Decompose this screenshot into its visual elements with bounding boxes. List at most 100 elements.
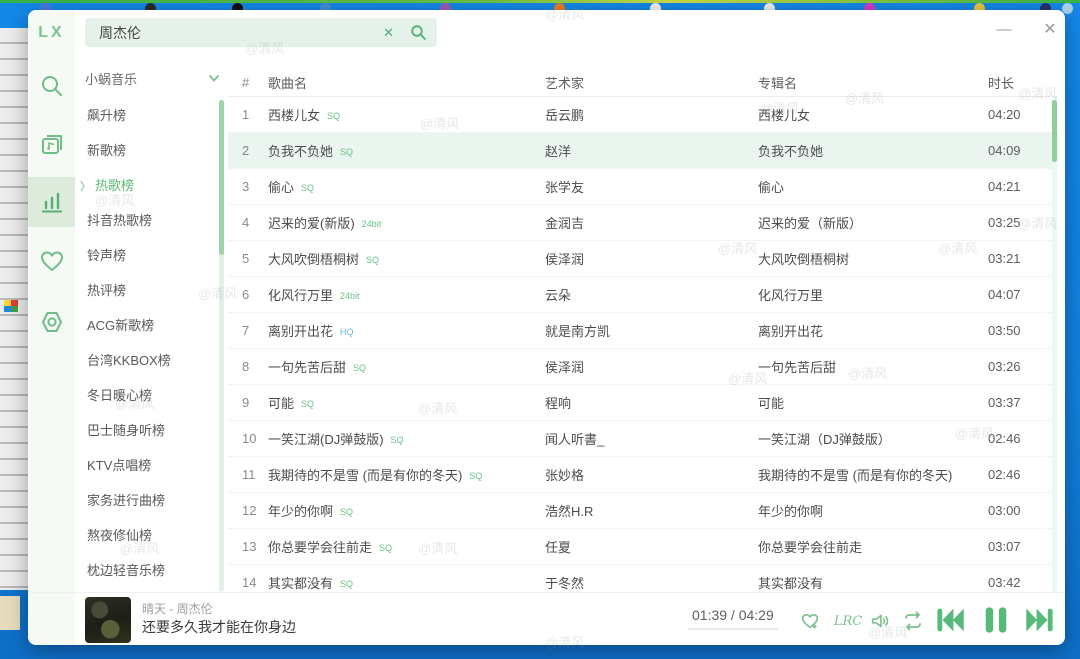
board-item[interactable]: 枕边轻音乐榜 [78, 553, 220, 588]
nav-search[interactable] [38, 72, 66, 100]
board-list-scrollbar[interactable] [219, 100, 224, 592]
love-button[interactable] [798, 609, 822, 633]
next-button[interactable] [1024, 604, 1056, 636]
previous-button[interactable] [934, 604, 966, 636]
duration: 03:25 [988, 215, 1021, 230]
row-number: 5 [242, 251, 250, 266]
album-name: 年少的你啊 [758, 504, 824, 519]
song-cell: 大风吹倒梧桐树 SQ [268, 249, 545, 268]
board-item[interactable]: 抖音热歌榜 [78, 203, 220, 238]
board-item[interactable]: 热评榜 [78, 273, 220, 308]
table-row[interactable]: 2 负我不负她 SQ 赵洋 负我不负她 04:09 [228, 133, 1058, 169]
quality-tag: SQ [301, 183, 315, 193]
quality-tag: SQ [301, 399, 315, 409]
col-header-song: 歌曲名 [268, 75, 308, 91]
nav-settings[interactable] [38, 308, 66, 336]
play-mode-button[interactable] [900, 609, 926, 633]
row-number: 6 [242, 287, 250, 302]
table-row[interactable]: 14 其实都没有 SQ 于冬然 其实都没有 03:42 [228, 565, 1058, 592]
table-row[interactable]: 6 化风行万里 24bit 云朵 化风行万里 04:07 [228, 277, 1058, 313]
album-name: 迟来的爱（新版） [758, 216, 863, 231]
volume-button[interactable] [868, 609, 892, 633]
album-name: 化风行万里 [758, 288, 824, 303]
nav-songlist[interactable] [38, 130, 66, 158]
song-cell: 年少的你啊 SQ [268, 501, 545, 520]
table-row[interactable]: 4 迟来的爱(新版) 24bit 金润吉 迟来的爱（新版） 03:25 [228, 205, 1058, 241]
table-row[interactable]: 7 离别开出花 HQ 就是南方凯 离别开出花 03:50 [228, 313, 1058, 349]
quality-tag: SQ [340, 147, 354, 157]
clear-search-icon[interactable]: ✕ [383, 25, 394, 41]
song-cell: 一笑江湖(DJ弹鼓版) SQ [268, 429, 545, 448]
row-number: 1 [242, 107, 250, 122]
player-bar: 晴天 - 周杰伦 还要多久我才能在你身边 01:39 / 04:29 LRC [28, 592, 1065, 645]
repeat-icon [901, 609, 925, 633]
quality-tag: SQ [366, 255, 380, 265]
board-item[interactable]: 巴士随身听榜 [78, 413, 220, 448]
table-row[interactable]: 10 一笑江湖(DJ弹鼓版) SQ 闻人听書_ 一笑江湖（DJ弹鼓版） 02:46 [228, 421, 1058, 457]
dock-app-icon [1062, 3, 1073, 14]
song-name: 化风行万里 [268, 288, 334, 303]
duration: 04:07 [988, 287, 1021, 302]
board-item[interactable]: 熬夜修仙榜 [78, 518, 220, 553]
song-name: 西楼儿女 [268, 108, 321, 123]
board-label: 热歌榜 [95, 178, 135, 193]
board-item[interactable]: 〉热歌榜 [78, 168, 220, 203]
close-button[interactable]: ✕ [1036, 18, 1064, 42]
table-row[interactable]: 9 可能 SQ 程响 可能 03:37 [228, 385, 1058, 421]
quality-tag: SQ [390, 435, 404, 445]
artist-name: 侯泽润 [545, 360, 585, 375]
song-cell: 一句先苦后甜 SQ [268, 357, 545, 376]
board-label: KTV点唱榜 [87, 458, 152, 473]
row-number: 3 [242, 179, 250, 194]
artist-name: 程响 [545, 396, 572, 411]
table-row[interactable]: 12 年少的你啊 SQ 浩然H.R 年少的你啊 03:00 [228, 493, 1058, 529]
nav-favorites[interactable] [38, 247, 66, 275]
skip-next-icon [1024, 604, 1056, 636]
table-row[interactable]: 3 偷心 SQ 张学友 偷心 04:21 [228, 169, 1058, 205]
source-select[interactable]: 小蜗音乐 [85, 66, 221, 90]
board-item[interactable]: 家务进行曲榜 [78, 483, 220, 518]
table-row[interactable]: 8 一句先苦后甜 SQ 侯泽润 一句先苦后甜 03:26 [228, 349, 1058, 385]
board-scrollbar-thumb[interactable] [219, 100, 224, 255]
artist-name: 云朵 [545, 288, 572, 303]
song-cell: 你总要学会往前走 SQ [268, 537, 545, 556]
duration: 03:21 [988, 251, 1021, 266]
album-name: 大风吹倒梧桐树 [758, 252, 850, 267]
board-label: 巴士随身听榜 [87, 423, 166, 438]
table-scrollbar-thumb[interactable] [1052, 100, 1057, 162]
table-row[interactable]: 5 大风吹倒梧桐树 SQ 侯泽润 大风吹倒梧桐树 03:21 [228, 241, 1058, 277]
board-item[interactable]: ACG新歌榜 [78, 308, 220, 343]
board-item[interactable]: 铃声榜 [78, 238, 220, 273]
duration: 02:46 [988, 467, 1021, 482]
board-item[interactable]: 台湾KKBOX榜 [78, 343, 220, 378]
song-cell: 西楼儿女 SQ [268, 105, 545, 124]
table-row[interactable]: 13 你总要学会往前走 SQ 任夏 你总要学会往前走 03:07 [228, 529, 1058, 565]
table-row[interactable]: 1 西楼儿女 SQ 岳云鹏 西楼儿女 04:20 [228, 97, 1058, 133]
pause-button[interactable] [980, 604, 1012, 636]
desktop-lyric-button[interactable]: LRC [834, 610, 862, 632]
table-scrollbar[interactable] [1052, 97, 1057, 592]
board-item[interactable]: 冬日暖心榜 [78, 378, 220, 413]
duration: 03:00 [988, 503, 1021, 518]
table-row[interactable]: 11 我期待的不是雪 (而是有你的冬天) SQ 张妙格 我期待的不是雪 (而是有你的冬天… [228, 457, 1058, 493]
search-submit-icon[interactable] [410, 24, 427, 41]
board-item[interactable]: KTV点唱榜 [78, 448, 220, 483]
album-art[interactable] [85, 597, 131, 643]
music-list-icon [38, 135, 66, 162]
search-icon [38, 76, 66, 104]
minimize-button[interactable]: — [990, 18, 1018, 42]
duration: 03:37 [988, 395, 1021, 410]
lx-music-window: LX 周杰伦 ✕ — ✕ 小蜗音乐 飙升榜 新歌榜 〉 热歌榜 抖音热歌榜 铃声… [28, 10, 1065, 645]
search-input[interactable] [97, 23, 384, 42]
song-name: 年少的你啊 [268, 504, 334, 519]
board-item[interactable]: 飙升榜 [78, 98, 220, 133]
search-bar[interactable]: ✕ [85, 18, 437, 47]
nav-leaderboard[interactable] [38, 188, 66, 216]
song-table-body: 1 西楼儿女 SQ 岳云鹏 西楼儿女 04:20 2 负我不负她 SQ 赵洋 负我不负她 04:09 3… [228, 97, 1058, 592]
album-name: 负我不负她 [758, 144, 824, 159]
chart-bars-icon [38, 192, 66, 220]
song-cell: 可能 SQ [268, 393, 545, 412]
board-item[interactable]: 新歌榜 [78, 133, 220, 168]
quality-tag: 24bit [340, 291, 360, 301]
board-label: 冬日暖心榜 [87, 388, 153, 403]
